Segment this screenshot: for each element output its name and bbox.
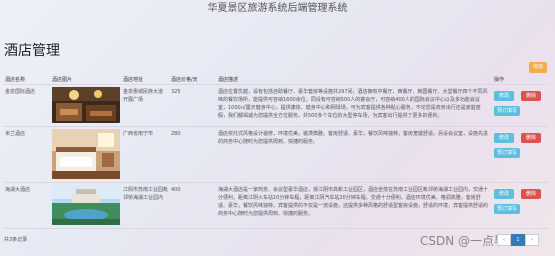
edit-button[interactable]: 修改 [494, 91, 514, 101]
col-header-price: 酒店价格/天 [171, 77, 198, 83]
recommend-button[interactable]: 预订填写 [494, 204, 520, 214]
page-title: 酒店管理 [4, 43, 60, 59]
col-header-actions: 操作 [494, 77, 505, 83]
hotel-photo [52, 185, 120, 225]
hotel-description: 酒店位置优越，设有包括自助餐厅、豪华套房等设施共297间，酒店拥有中餐厅、西餐厅… [218, 89, 488, 119]
pagination-next[interactable]: › [525, 234, 539, 246]
delete-button[interactable]: 删除 [521, 91, 541, 101]
hotel-name: 米兰酒店 [5, 131, 26, 137]
col-header-image: 酒店图片 [52, 77, 73, 83]
edit-button[interactable]: 修改 [494, 189, 514, 199]
divider [4, 228, 549, 229]
hotel-price: 325 [171, 89, 181, 95]
pagination-page-1[interactable]: 1 [511, 234, 525, 246]
hotel-description: 海湖大酒店是一家商务、会议型豪华酒店，濒江阴市高新工业园区，酒店坐落在苏南工业园… [218, 187, 488, 217]
hotel-address: 江阴市苏南工业园毗邻桥海湖工业园内 [123, 187, 169, 201]
hotel-name: 海湖大酒店 [5, 187, 31, 193]
recommend-button[interactable]: 预订填写 [494, 106, 520, 116]
hotel-photo [52, 87, 120, 123]
hotel-price: 400 [171, 187, 181, 193]
edit-button[interactable]: 修改 [494, 133, 514, 143]
recommend-button[interactable]: 预订填写 [494, 148, 520, 158]
pagination-prev[interactable]: ‹ [497, 234, 511, 246]
hotel-price: 280 [171, 131, 181, 137]
col-header-address: 酒店地址 [123, 77, 144, 83]
record-count: 共3条记录 [4, 237, 28, 243]
divider [4, 182, 549, 183]
delete-button[interactable]: 删除 [521, 189, 541, 199]
add-hotel-button[interactable]: 增加 [529, 62, 547, 73]
hotel-address: 广西省南宁市 [123, 131, 154, 137]
hotel-photo [52, 129, 120, 179]
hotel-description: 酒店依托式风格设计装修，环境优美，装潢典雅。客房舒适、豪华，餐饮风味独特，客房宽… [218, 131, 488, 145]
hotel-name: 金泉国际酒店 [5, 89, 36, 95]
col-header-description: 酒店描述 [218, 77, 239, 83]
delete-button[interactable]: 删除 [521, 133, 541, 143]
app-title: 华夏景区旅游系统后端管理系统 [207, 3, 348, 14]
col-header-name: 酒店名称 [5, 77, 26, 83]
divider [4, 84, 549, 85]
hotel-address: 金泉惠城民族大道开展广场 [123, 89, 164, 103]
divider [4, 126, 549, 127]
